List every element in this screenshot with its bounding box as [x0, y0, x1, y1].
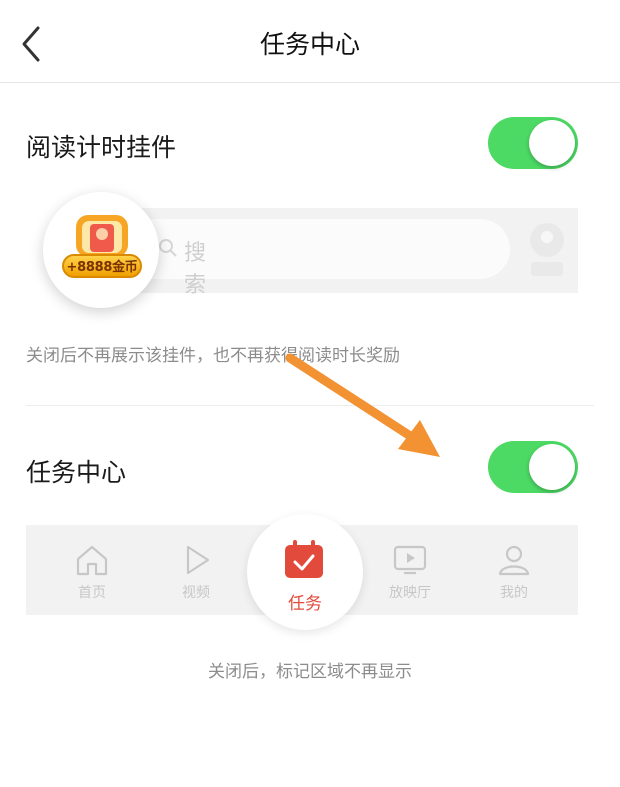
toggle-knob [529, 120, 575, 166]
play-icon [186, 545, 210, 575]
tv-icon [393, 545, 427, 575]
home-icon [76, 545, 108, 576]
tab-label: 放映厅 [389, 585, 431, 601]
tab-label: 我的 [500, 585, 528, 601]
tab-label: 视频 [182, 585, 210, 601]
reading-widget-label: 阅读计时挂件 [26, 133, 177, 162]
tab-label: 首页 [78, 585, 106, 601]
task-center-hint: 关闭后，标记区域不再显示 [208, 662, 412, 682]
preview-search-pill [120, 219, 510, 279]
preview-tab-theater: 放映厅 [370, 544, 450, 602]
task-center-label: 任务中心 [26, 458, 127, 487]
header-divider [0, 82, 620, 83]
preview-search-placeholder: 搜索 [184, 241, 207, 298]
calendar-check-icon [283, 540, 325, 584]
section-divider [26, 405, 594, 406]
search-icon [158, 238, 178, 262]
reading-widget-toggle[interactable] [488, 117, 578, 169]
reading-widget-hint: 关闭后不再展示该挂件，也不再获得阅读时长奖励 [26, 346, 400, 366]
preview-tab-video: 视频 [156, 544, 236, 602]
page-title: 任务中心 [259, 30, 360, 59]
coin-badge: +8888金币 [62, 254, 142, 278]
preview-tab-mine: 我的 [474, 544, 554, 602]
preview-user-icon [525, 220, 569, 284]
preview-tab-home: 首页 [52, 544, 132, 602]
task-center-toggle[interactable] [488, 441, 578, 493]
task-tab-label: 任务 [288, 594, 322, 614]
toggle-knob [529, 444, 575, 490]
user-icon [498, 545, 530, 576]
